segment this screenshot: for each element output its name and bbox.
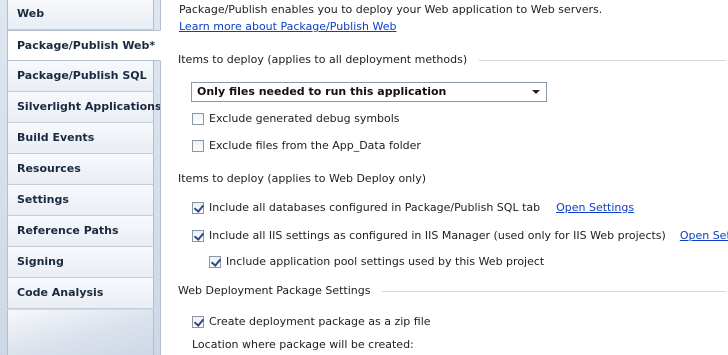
include-databases-row: Include all databases configured in Pack… <box>192 201 634 214</box>
tab-signing[interactable]: Signing <box>7 247 154 278</box>
package-settings-section: Web Deployment Package Settings <box>178 284 726 298</box>
files-to-deploy-selected-value: Only files needed to run this applicatio… <box>197 85 447 98</box>
include-iis-settings-row: Include all IIS settings as configured i… <box>192 229 728 242</box>
include-iis-settings-checkbox[interactable] <box>192 229 204 242</box>
create-zip-checkbox[interactable] <box>192 315 204 328</box>
tab-list: Web Package/Publish Web* Package/Publish… <box>7 0 162 309</box>
tab-resources[interactable]: Resources <box>7 154 154 185</box>
section-divider <box>382 291 726 292</box>
intro-text: Package/Publish enables you to deploy yo… <box>179 3 603 16</box>
tab-rail-footer <box>7 310 154 355</box>
create-zip-label: Create deployment package as a zip file <box>209 315 431 328</box>
include-databases-label: Include all databases configured in Pack… <box>209 201 541 214</box>
tab-settings[interactable]: Settings <box>7 185 154 216</box>
exclude-app-data-checkbox[interactable] <box>192 139 204 152</box>
include-app-pool-checkbox[interactable] <box>209 255 221 268</box>
tab-code-analysis[interactable]: Code Analysis <box>7 278 154 309</box>
include-databases-checkbox[interactable] <box>192 201 204 214</box>
items-to-deploy-all-section: Items to deploy (applies to all deployme… <box>178 53 726 67</box>
open-settings-databases-link[interactable]: Open Settings <box>556 201 634 214</box>
package-location-label: Location where package will be created: <box>192 338 414 351</box>
exclude-app-data-row: Exclude files from the App_Data folder <box>192 139 421 152</box>
tab-reference-paths[interactable]: Reference Paths <box>7 216 154 247</box>
dropdown-arrow-icon <box>532 90 540 94</box>
exclude-debug-symbols-label: Exclude generated debug symbols <box>209 112 400 125</box>
include-iis-settings-label: Include all IIS settings as configured i… <box>209 229 666 242</box>
package-publish-web-panel: Package/Publish enables you to deploy yo… <box>160 0 728 355</box>
learn-more-link[interactable]: Learn more about Package/Publish Web <box>179 20 396 33</box>
exclude-debug-symbols-checkbox[interactable] <box>192 112 204 125</box>
include-app-pool-row: Include application pool settings used b… <box>209 255 544 268</box>
project-properties-tab-rail: Web Package/Publish Web* Package/Publish… <box>0 0 162 355</box>
tab-web[interactable]: Web <box>7 0 154 30</box>
items-to-deploy-all-title: Items to deploy (applies to all deployme… <box>178 53 468 66</box>
tab-package-publish-sql[interactable]: Package/Publish SQL <box>7 61 154 92</box>
package-settings-title: Web Deployment Package Settings <box>178 284 371 297</box>
files-to-deploy-dropdown[interactable]: Only files needed to run this applicatio… <box>191 82 547 102</box>
include-app-pool-label: Include application pool settings used b… <box>226 255 545 268</box>
items-to-deploy-webdeploy-section: Items to deploy (applies to Web Deploy o… <box>178 172 726 186</box>
tab-silverlight-applications[interactable]: Silverlight Applications <box>7 92 162 123</box>
tab-build-events[interactable]: Build Events <box>7 123 154 154</box>
exclude-debug-symbols-row: Exclude generated debug symbols <box>192 112 400 125</box>
open-settings-iis-link[interactable]: Open Settings <box>680 229 728 242</box>
create-zip-row: Create deployment package as a zip file <box>192 315 431 328</box>
exclude-app-data-label: Exclude files from the App_Data folder <box>209 139 421 152</box>
tab-package-publish-web[interactable]: Package/Publish Web* <box>7 30 161 61</box>
section-divider <box>479 60 726 61</box>
items-to-deploy-webdeploy-title: Items to deploy (applies to Web Deploy o… <box>178 172 427 185</box>
